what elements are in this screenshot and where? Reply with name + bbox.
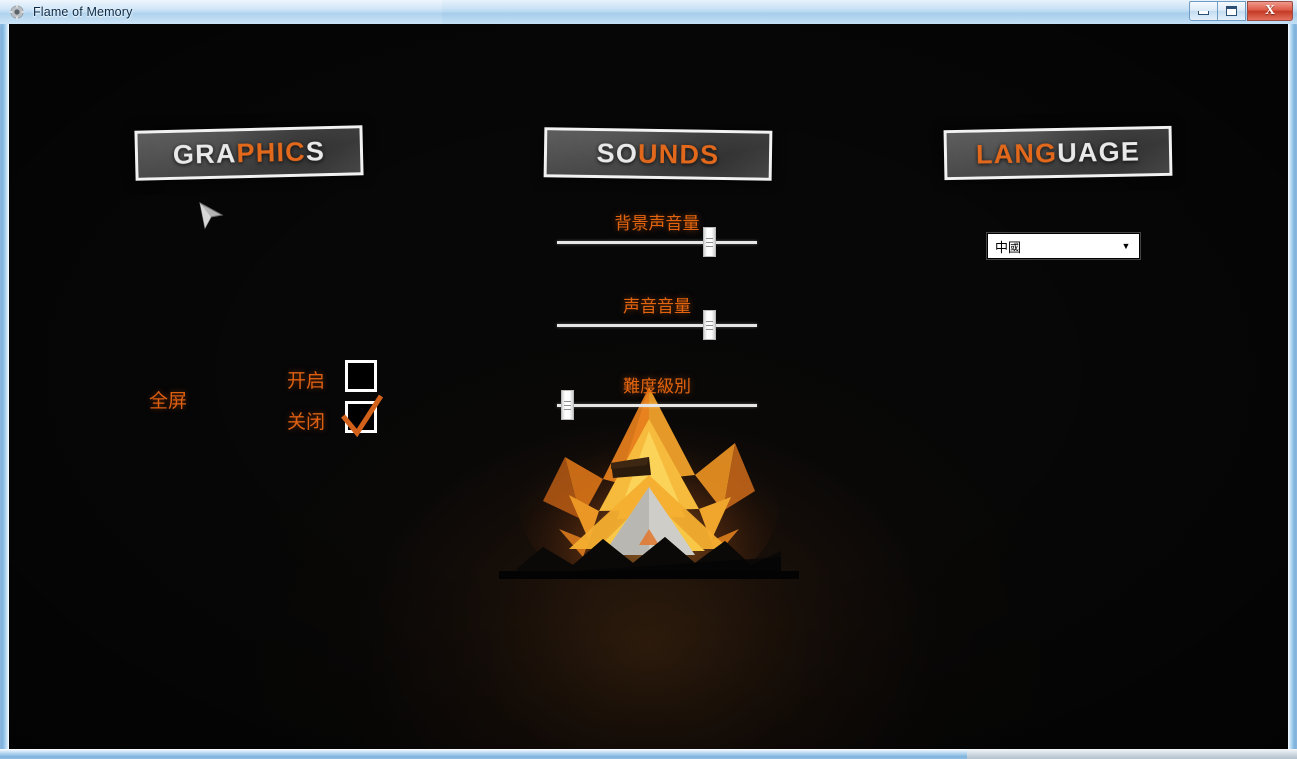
- minimize-button[interactable]: [1189, 1, 1218, 21]
- pointer-cursor-icon: [199, 202, 225, 230]
- section-header-graphics: GRAPHICS: [134, 125, 364, 181]
- slider-bgm-caption: 背景声音量: [614, 214, 700, 234]
- slider-bgm-track[interactable]: [557, 241, 757, 244]
- window-titlebar[interactable]: Flame of Memory X: [0, 0, 1297, 24]
- graphics-heading-part-1: GRA: [172, 137, 237, 170]
- language-dropdown-value: 中國: [995, 240, 1022, 256]
- chevron-down-icon: ▼: [1121, 240, 1131, 251]
- window-title: Flame of Memory: [33, 5, 133, 19]
- close-icon: X: [1264, 3, 1276, 18]
- window-border-bottom: [0, 749, 1297, 759]
- slider-sfx-caption: 声音音量: [623, 297, 691, 317]
- window-border-left: [0, 24, 9, 751]
- graphics-heading-part-3: S: [305, 135, 326, 167]
- slider-difficulty-handle[interactable]: [561, 390, 574, 420]
- close-button[interactable]: X: [1247, 1, 1293, 21]
- slider-difficulty-track[interactable]: [557, 404, 757, 407]
- app-gear-icon: [9, 4, 25, 20]
- game-viewport: GRAPHICS SOUNDS LANGUAGE 全屏 开启 关闭 背景声音量 …: [9, 24, 1288, 749]
- maximize-button[interactable]: [1217, 1, 1246, 21]
- slider-sound-volume[interactable]: 声音音量: [557, 297, 757, 340]
- section-header-language: LANGUAGE: [943, 125, 1173, 181]
- sounds-heading-text: SOUNDS: [596, 138, 719, 171]
- language-heading-text: LANGUAGE: [976, 136, 1141, 170]
- slider-sfx-track[interactable]: [557, 324, 757, 327]
- fullscreen-on-checkbox[interactable]: [345, 360, 377, 392]
- graphics-heading-part-2: PHIC: [236, 136, 307, 168]
- fullscreen-label: 全屏: [149, 390, 188, 412]
- slider-bgm-handle[interactable]: [703, 227, 716, 257]
- minimize-icon: [1198, 11, 1209, 15]
- language-heading-part-3: UAGE: [1056, 135, 1141, 168]
- sounds-heading-part-2: UNDS: [637, 138, 720, 170]
- slider-background-volume[interactable]: 背景声音量: [557, 214, 757, 257]
- language-dropdown[interactable]: 中國 ▼: [987, 233, 1140, 259]
- sounds-heading-part-1: SO: [596, 137, 639, 169]
- window-border-right: [1288, 24, 1297, 751]
- slider-sfx-handle[interactable]: [703, 310, 716, 340]
- fullscreen-off-label: 关闭: [287, 411, 326, 433]
- language-heading-part-2: LANG: [975, 137, 1058, 170]
- fullscreen-off-checkbox[interactable]: [345, 401, 377, 433]
- fullscreen-on-label: 开启: [287, 370, 326, 392]
- section-header-sounds: SOUNDS: [543, 127, 773, 181]
- slider-difficulty-level[interactable]: 難度級別: [557, 377, 757, 420]
- window-controls: X: [1189, 1, 1293, 21]
- slider-difficulty-caption: 難度級別: [623, 377, 691, 397]
- maximize-icon: [1226, 6, 1237, 16]
- graphics-heading-text: GRAPHICS: [173, 136, 326, 171]
